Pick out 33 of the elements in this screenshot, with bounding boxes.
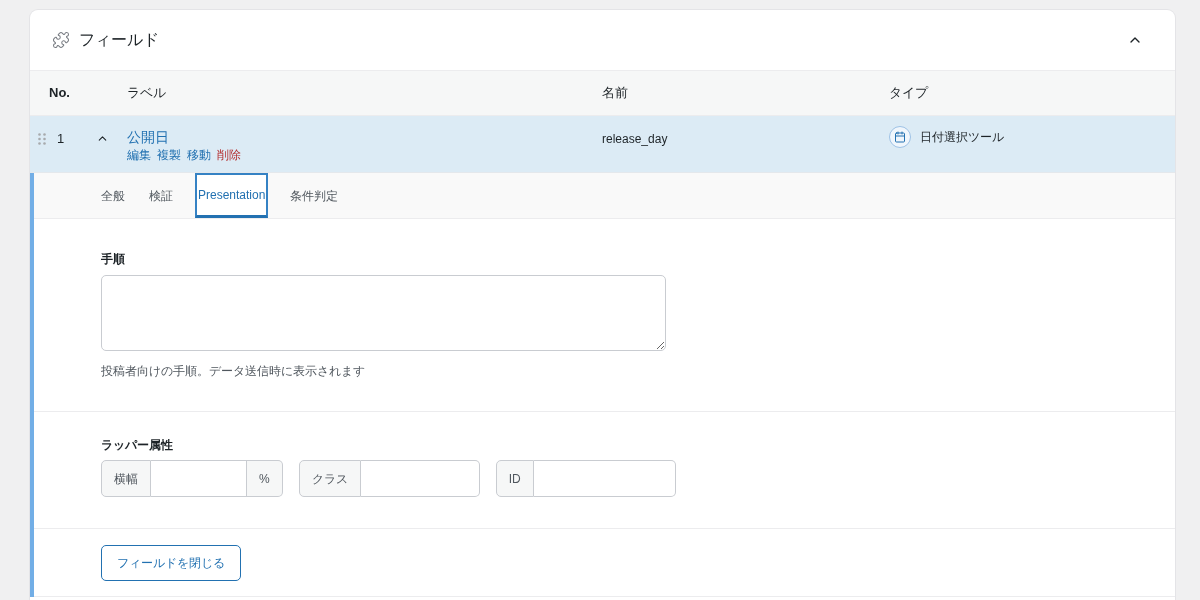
field-row[interactable]: 1 公開日 編集 複製 移動 削除 release_day 日付選択ツール <box>30 116 1175 173</box>
action-link[interactable]: 複製 <box>157 148 181 162</box>
column-header: 名前 <box>602 85 628 101</box>
action-link[interactable]: 編集 <box>127 148 151 162</box>
close-field-button[interactable]: フィールドを閉じる <box>101 545 241 581</box>
drag-handle-icon[interactable] <box>38 132 46 145</box>
settings-tab[interactable]: Presentation <box>195 173 269 218</box>
text-input[interactable] <box>360 460 480 497</box>
column-header: No. <box>49 85 70 101</box>
calendar-icon <box>889 126 911 148</box>
input-prefix: クラス <box>298 460 361 497</box>
input-prefix: ID <box>495 460 534 497</box>
delete-link[interactable]: 削除 <box>217 148 241 162</box>
text-input[interactable] <box>151 460 247 497</box>
input-prefix: 横幅 <box>101 460 151 497</box>
text-input[interactable] <box>533 460 676 497</box>
instructions-help: 投稿者向けの手順。データ送信時に表示されます <box>101 363 365 380</box>
field-name: release_day <box>602 132 668 146</box>
panel-title: フィールド <box>79 30 159 50</box>
instructions-label: 手順 <box>101 251 125 268</box>
column-header: ラベル <box>127 85 166 101</box>
field-label-link[interactable]: 公開日 <box>127 129 169 145</box>
action-link[interactable]: 移動 <box>187 148 211 162</box>
settings-tab[interactable]: 全般 <box>100 173 126 218</box>
input-suffix: % <box>247 460 283 497</box>
instructions-textarea[interactable] <box>101 275 666 351</box>
puzzle-icon <box>52 31 70 49</box>
settings-tab[interactable]: 検証 <box>148 173 174 218</box>
field-type: 日付選択ツール <box>920 129 1004 146</box>
row-number: 1 <box>57 130 65 148</box>
settings-tab[interactable]: 条件判定 <box>289 173 340 218</box>
column-header: タイプ <box>889 85 928 101</box>
wrapper-label: ラッパー属性 <box>101 437 173 454</box>
